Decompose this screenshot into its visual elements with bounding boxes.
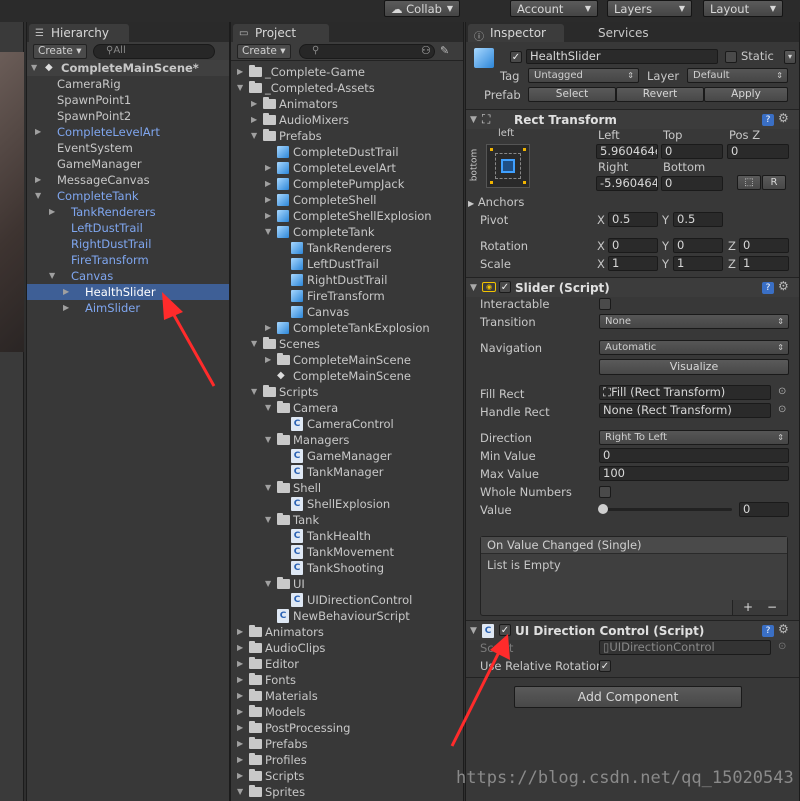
red-arrow-icon [162, 292, 216, 387]
annotation-arrows [162, 292, 510, 747]
watermark: https://blog.csdn.net/qq_15020543 [456, 768, 794, 788]
red-arrow-icon [450, 634, 510, 747]
